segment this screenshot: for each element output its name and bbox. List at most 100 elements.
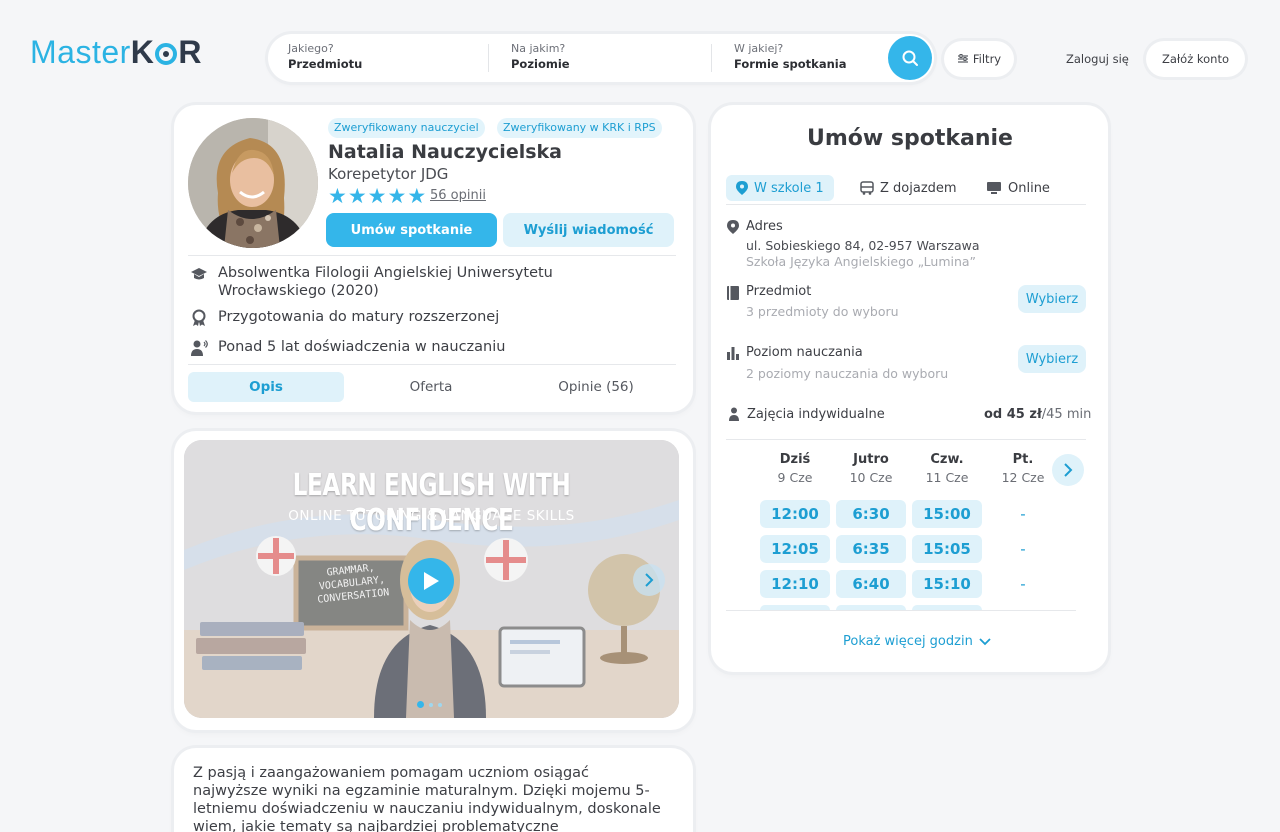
filters-button[interactable]: Filtry <box>944 41 1014 77</box>
time-slot[interactable]: 15:10 <box>912 570 982 598</box>
choose-level-button[interactable]: Wybierz <box>1018 345 1086 373</box>
price-value: 45 zł <box>1006 407 1042 422</box>
day-name: Dziś <box>779 452 811 467</box>
location-pin-icon <box>736 181 748 195</box>
mode-tab-label: Online <box>1008 180 1050 196</box>
day-column-header: Jutro 10 Cze <box>836 452 906 485</box>
search-field-question: W jakiej? <box>734 42 784 55</box>
time-slot[interactable]: 12:00 <box>760 500 830 528</box>
filters-label: Filtry <box>972 52 1002 66</box>
tab-description[interactable]: Opis <box>188 372 344 402</box>
time-slot[interactable]: 6:40 <box>836 570 906 598</box>
search-icon <box>902 50 918 66</box>
video-player[interactable]: LEARN ENGLISH WITH CONFIDENCE ONLINE TUT… <box>184 440 679 718</box>
mode-tab-school[interactable]: W szkole 1 <box>726 175 834 201</box>
book-meeting-button[interactable]: Umów spotkanie <box>326 213 497 247</box>
level-label: Poziom nauczania <box>746 345 863 360</box>
register-button[interactable]: Załóż konto <box>1146 41 1245 77</box>
book-icon <box>727 286 739 300</box>
carousel-dot[interactable] <box>438 702 442 707</box>
address-text: ul. Sobieskiego 84, 02-957 Warszawa <box>746 238 980 253</box>
divider <box>726 610 1076 611</box>
video-title-text: LEARN ENGLISH WITH CONFIDENCE <box>292 468 571 538</box>
day-name: Czw. <box>930 452 964 467</box>
mode-tab-online[interactable]: Online <box>986 175 1050 201</box>
logo[interactable]: MasterK R <box>30 34 202 71</box>
subject-label: Przedmiot <box>746 284 812 299</box>
time-slot-empty: - <box>1020 575 1026 593</box>
star-icon: ★ <box>407 184 427 208</box>
star-icon: ★ <box>328 184 347 208</box>
chevron-right-icon <box>1064 463 1073 477</box>
search-field-value: Poziomie <box>511 57 570 71</box>
send-message-button[interactable]: Wyślij wiadomość <box>503 213 674 247</box>
verified-teacher-badge: Zweryfikowany nauczyciel <box>328 118 485 138</box>
logo-ring-icon <box>155 43 178 65</box>
day-name: Pt. <box>1012 452 1034 467</box>
description-text: Z pasją i zaangażowaniem pomagam uczniom… <box>193 765 661 832</box>
logo-text-r: R <box>178 34 203 70</box>
time-slot[interactable]: 15:00 <box>912 500 982 528</box>
carousel-dots <box>417 701 442 708</box>
search-field-question: Jakiego? <box>288 42 334 55</box>
carousel-dot[interactable] <box>429 702 433 707</box>
profile-tabs: Opis Oferta Opinie (56) <box>188 372 678 402</box>
address-label: Adres <box>746 219 783 234</box>
search-button[interactable] <box>888 36 932 80</box>
bar-chart-icon <box>727 347 739 360</box>
mode-tab-commute[interactable]: Z dojazdem <box>860 175 957 201</box>
next-days-button[interactable] <box>1052 454 1084 486</box>
computer-icon <box>987 182 1001 194</box>
search-field-question: Na jakim? <box>511 42 566 55</box>
search-field-format[interactable]: W jakiej? Formie spotkania <box>734 42 846 71</box>
play-button[interactable] <box>408 558 454 604</box>
tab-reviews[interactable]: Opinie (56) <box>518 372 674 402</box>
star-icon: ★ <box>367 184 387 208</box>
tab-offer[interactable]: Oferta <box>353 372 509 402</box>
school-name: Szkoła Języka Angielskiego „Lumina” <box>746 254 977 269</box>
feature-matura: Przygotowania do matury rozszerzonej <box>190 308 499 327</box>
divider <box>726 439 1086 440</box>
chevron-right-icon <box>645 573 654 587</box>
search-field-subject[interactable]: Jakiego? Przedmiotu <box>288 42 362 71</box>
feature-text: Absolwentka Filologii Angielskiej Uniwer… <box>218 265 553 281</box>
person-icon <box>729 407 739 421</box>
sliders-icon <box>957 54 968 63</box>
location-pin-icon <box>727 220 739 234</box>
time-slot-empty: - <box>1020 540 1026 558</box>
booking-title: Umów spotkanie <box>807 126 1013 151</box>
level-count: 2 poziomy nauczania do wyboru <box>746 366 949 381</box>
video-subtitle-text: ONLINE TUTORING & LANGUAGE SKILLS <box>288 508 575 524</box>
day-date: 12 Cze <box>1001 470 1045 485</box>
chevron-down-icon <box>979 637 991 645</box>
register-label: Załóż konto <box>1161 52 1230 66</box>
star-icon: ★ <box>347 184 367 208</box>
carousel-next-button[interactable] <box>633 564 665 596</box>
verified-krk-badge: Zweryfikowany w KRK i RPS <box>497 118 662 138</box>
feature-education: Absolwentka Filologii Angielskiej Uniwer… <box>190 264 553 300</box>
divider <box>188 364 676 365</box>
carousel-dot-active[interactable] <box>417 701 424 708</box>
divider <box>711 44 712 72</box>
individual-lessons-label: Zajęcia indywidualne <box>747 407 885 422</box>
search-field-level[interactable]: Na jakim? Poziomie <box>511 42 570 71</box>
avatar <box>188 118 318 248</box>
time-slot[interactable]: 12:05 <box>760 535 830 563</box>
time-slot[interactable]: 6:30 <box>836 500 906 528</box>
time-slot[interactable]: 15:05 <box>912 535 982 563</box>
bus-icon <box>860 181 874 195</box>
day-date: 9 Cze <box>777 470 813 485</box>
day-column-header: Dziś 9 Cze <box>760 452 830 485</box>
login-link[interactable]: Zaloguj się <box>1066 52 1129 66</box>
price-prefix: od <box>984 407 1007 422</box>
show-more-hours-link[interactable]: Pokaż więcej godzin <box>843 634 991 649</box>
divider <box>188 255 676 256</box>
reviews-link[interactable]: 56 opinii <box>430 188 486 203</box>
choose-subject-button[interactable]: Wybierz <box>1018 285 1086 313</box>
mode-tab-label: Z dojazdem <box>880 180 957 196</box>
time-slot[interactable]: 6:35 <box>836 535 906 563</box>
search-field-value: Przedmiotu <box>288 57 363 71</box>
search-field-value: Formie spotkania <box>734 57 847 71</box>
time-slot[interactable]: 12:10 <box>760 570 830 598</box>
day-name: Jutro <box>853 452 889 467</box>
